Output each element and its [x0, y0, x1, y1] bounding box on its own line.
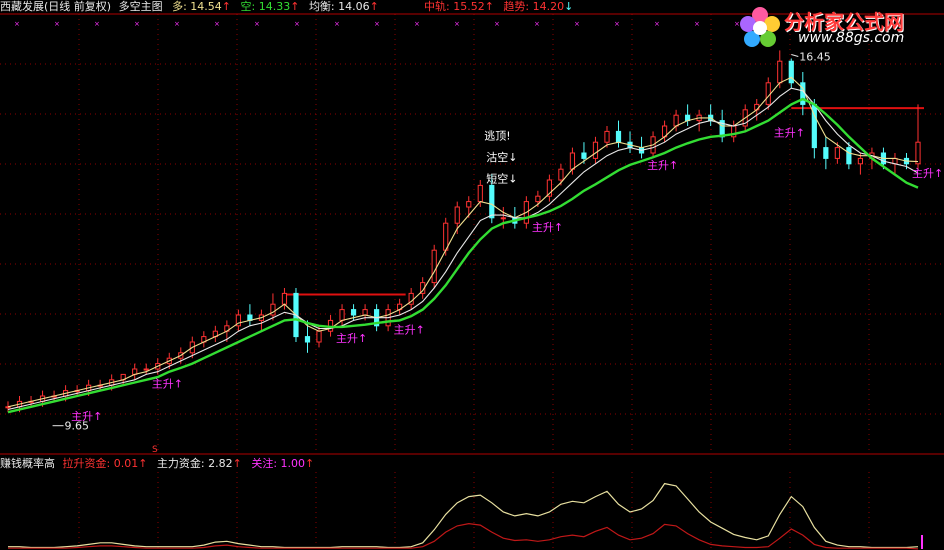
flower-logo-icon	[740, 7, 780, 47]
candle-body	[339, 309, 345, 321]
top-marker: ×	[654, 20, 660, 28]
top-marker: ×	[414, 20, 420, 28]
series-line-拉升资金	[8, 522, 919, 550]
candle-body	[915, 141, 921, 165]
main-fund-value: 主力资金: 2.82	[156, 457, 233, 470]
candle-body	[477, 184, 483, 203]
balance-arrow: ↑	[369, 0, 379, 13]
candle-body	[443, 222, 449, 251]
top-marker: ×	[694, 20, 700, 28]
signal-label: 主升↑	[912, 167, 943, 180]
trend-arrow: ↓	[564, 0, 574, 13]
candle-body	[281, 292, 288, 305]
candle-body	[143, 368, 149, 371]
top-marker: ×	[254, 20, 260, 28]
high-price-label: 16.45	[799, 51, 831, 64]
mid-value: 中轨: 15.52	[424, 0, 485, 13]
series-line-主力资金	[8, 482, 919, 549]
low-price-label: 9.65	[65, 420, 90, 433]
candle-body	[615, 130, 622, 143]
top-marker: ×	[94, 20, 100, 28]
top-marker: ×	[134, 20, 140, 28]
short-short-label: 短空↓	[486, 172, 517, 186]
long-value: 多: 14.54	[172, 0, 222, 13]
candle-body	[777, 60, 783, 84]
clear-short-label: 沽空↓	[486, 150, 517, 164]
candle-body	[454, 206, 460, 224]
main-chart	[5, 50, 924, 414]
pull-value: 拉升资金: 0.01	[62, 457, 139, 470]
signal-label: 主升↑	[774, 127, 805, 140]
focus-arrow: ↑	[305, 457, 315, 470]
candle-body	[823, 147, 829, 159]
candle-body	[592, 141, 599, 159]
signal-label: 主升↑	[532, 221, 563, 234]
candle-body	[489, 184, 495, 219]
top-marker: ×	[174, 20, 180, 28]
balance-value: 均衡: 14.06	[308, 0, 370, 13]
main-header-right: 中轨: 15.52↑ 趋势: 14.20↓	[424, 0, 573, 14]
top-marker: ×	[374, 20, 380, 28]
signal-label: 主升↑	[394, 324, 425, 337]
marker-s: S	[152, 445, 158, 455]
long-arrow: ↑	[221, 0, 232, 13]
main-header: 西藏发展(日线 前复权) 多空主图 多: 14.54↑ 空: 14.33↑ 均衡…	[0, 0, 379, 14]
candle-body	[846, 147, 852, 165]
site-logo: 分析家公式网 www.88gs.com	[738, 4, 938, 52]
stock-name: 西藏发展(日线 前复权)	[0, 0, 112, 13]
trend-value: 趋势: 14.20	[503, 0, 565, 13]
candle-body	[788, 60, 794, 84]
top-marker: ×	[214, 20, 220, 28]
sub-chart	[8, 482, 923, 550]
candle-body	[604, 130, 610, 143]
logo-url: www.88gs.com	[798, 30, 905, 46]
main-fund-arrow: ↑	[232, 457, 242, 470]
candle-body	[304, 336, 311, 343]
series-line-均衡	[7, 97, 919, 414]
top-marker: ×	[494, 20, 500, 28]
candle-body	[500, 217, 506, 220]
candle-body	[362, 309, 368, 316]
top-marker: ×	[614, 20, 620, 28]
sub-indicator-name: 赚钱概率高	[0, 457, 55, 470]
focus-value: 关注: 1.00	[251, 457, 306, 470]
high-price-pointer	[791, 54, 799, 57]
candle-body	[673, 114, 679, 127]
candle-body	[857, 157, 864, 165]
signal-label: 主升↑	[647, 159, 678, 172]
short-arrow: ↑	[290, 0, 300, 13]
top-marker: ×	[294, 20, 300, 28]
signal-label: 主升↑	[152, 378, 183, 391]
pull-arrow: ↑	[138, 457, 148, 470]
candle-body	[834, 147, 840, 159]
top-marker: ×	[534, 20, 540, 28]
candle-body	[350, 309, 357, 316]
candle-body	[316, 330, 322, 343]
candle-body	[800, 82, 806, 105]
sub-header: 赚钱概率高 拉升资金: 0.01↑ 主力资金: 2.82↑ 关注: 1.00↑	[0, 457, 314, 471]
candle-body	[535, 195, 541, 203]
mid-arrow: ↑	[484, 0, 494, 13]
candle-body	[569, 152, 576, 170]
top-marker: ×	[454, 20, 460, 28]
top-marker: ×	[54, 20, 60, 28]
candle-body	[558, 168, 564, 181]
indicator-name: 多空主图	[118, 0, 163, 13]
top-marker: ×	[14, 20, 20, 28]
top-marker: ×	[334, 20, 340, 28]
top-marker: ×	[574, 20, 580, 28]
candle-body	[431, 249, 437, 284]
short-value: 空: 14.33	[240, 0, 291, 13]
candle-body	[466, 201, 472, 208]
candle-body	[765, 82, 771, 105]
signal-label: 主升↑	[336, 332, 367, 345]
escape-top-label: 逃顶!	[484, 130, 510, 143]
candle-body	[581, 152, 587, 159]
